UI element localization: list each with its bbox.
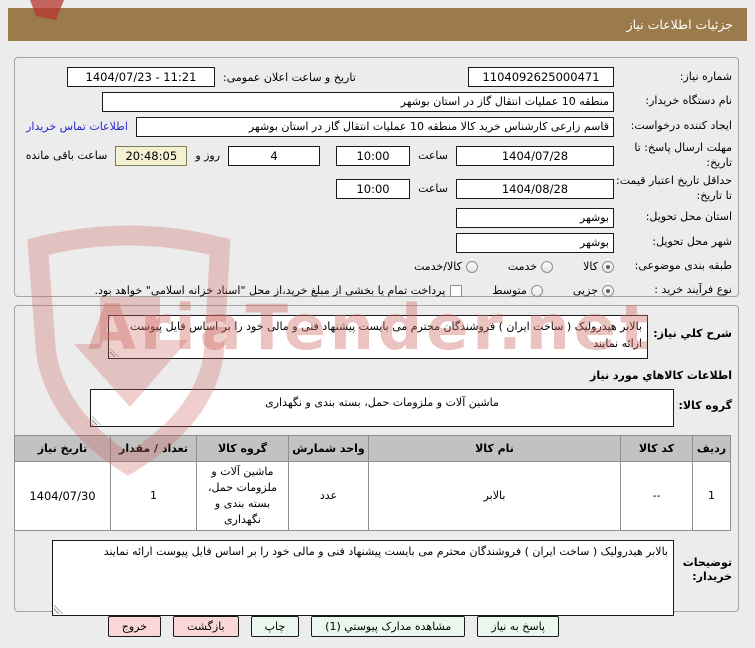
col-header-item-group: گروه کالا [196, 435, 289, 462]
print-button[interactable]: چاپ [250, 616, 300, 637]
col-header-item-code: کد کالا [620, 435, 693, 462]
col-header-quantity: تعداد / مقدار [110, 435, 197, 462]
page-title: جزئیات اطلاعات نیاز [8, 8, 747, 41]
subject-class-label: طبقه بندی موضوعی: [634, 259, 732, 273]
item-group-row: گروه کالا: ماشین آلات و ملزومات حمل، بست… [21, 389, 732, 427]
item-group-textarea[interactable]: ماشین آلات و ملزومات حمل، بسته بندی و نگ… [90, 389, 674, 427]
buyer-contact-link[interactable]: اطلاعات تماس خریدار [26, 120, 128, 133]
col-header-item-name: نام کالا [368, 435, 621, 462]
cell-quantity: 1 [110, 461, 197, 531]
subject-class-row: طبقه بندی موضوعی: کالا خدمت کالا/خدمت [21, 255, 732, 278]
reply-deadline-row: مهلت ارسال پاسخ: تا تاریخ: 1404/07/28 سا… [21, 139, 732, 172]
announce-datetime-input[interactable]: 1404/07/23 - 11:21 [67, 67, 215, 87]
reply-to-need-button[interactable]: پاسخ به نیاز [477, 616, 559, 637]
remaining-countdown-value: 20:48:05 [115, 145, 188, 166]
delivery-city-input[interactable]: بوشهر [456, 232, 614, 253]
request-creator-label: ایجاد کننده درخواست: [630, 119, 732, 133]
request-creator-input[interactable]: قاسم زارعی کارشناس خرید کالا منطقه 10 عم… [136, 116, 614, 137]
col-header-need-date: تاریخ نیاز [14, 435, 111, 462]
radio-option-kala-khedmat[interactable]: کالا/خدمت [414, 260, 478, 273]
radio-selected-icon[interactable] [602, 260, 614, 273]
buyer-notes-label: توضیحات خریدار: [682, 555, 732, 584]
price-validity-date-input[interactable]: 1404/08/28 [456, 178, 614, 199]
cell-item-code: -- [620, 461, 693, 531]
treasury-payment-label: پرداخت تمام یا بخشی از مبلغ خرید،از محل … [94, 284, 446, 297]
radio-icon[interactable] [530, 284, 543, 297]
process-type-row: نوع فرآیند خرید : جزیی متوسط پرداخت تمام… [21, 278, 732, 303]
radio-icon[interactable] [541, 260, 554, 273]
cell-unit: عدد [288, 461, 369, 531]
price-validity-row: حداقل تاریخ اعتبار قیمت: تا تاریخ: 1404/… [21, 172, 732, 205]
delivery-province-row: استان محل تحویل: بوشهر [21, 205, 732, 230]
item-group-label: گروه کالا: [678, 399, 732, 412]
radio-icon[interactable] [465, 260, 478, 273]
buyer-org-input[interactable]: منطقه 10 عملیات انتقال گاز در استان بوشه… [102, 91, 614, 112]
radio-option-label: کالا [583, 260, 598, 273]
items-table-header-row: ردیف کد کالا نام کالا واحد شمارش گروه کا… [14, 435, 731, 462]
items-table: ردیف کد کالا نام کالا واحد شمارش گروه کا… [14, 435, 731, 531]
need-number-row: شماره نیاز: 1104092625000471 تاریخ و ساع… [21, 65, 732, 89]
buyer-notes-row: توضیحات خریدار: بالابر هیدرولیک ( ساخت ا… [21, 539, 732, 616]
checkbox-icon[interactable] [450, 284, 463, 297]
announce-datetime-label: تاریخ و ساعت اعلان عمومی: [223, 70, 356, 84]
buyer-org-label: نام دستگاه خریدار: [645, 94, 732, 108]
need-description-textarea[interactable]: بالابر هیدرولیک ( ساخت ایران ) فروشندگان… [108, 315, 648, 359]
radio-selected-icon[interactable] [602, 284, 614, 297]
need-description-label: شرح کلي نیاز: [653, 327, 732, 340]
reply-deadline-hour-label: ساعت [418, 149, 448, 162]
back-button[interactable]: بازگشت [173, 616, 239, 637]
treasury-payment-checkbox[interactable]: پرداخت تمام یا بخشی از مبلغ خرید،از محل … [95, 284, 463, 297]
radio-option-khedmat[interactable]: خدمت [507, 260, 554, 273]
radio-option-motevaset[interactable]: متوسط [492, 284, 543, 297]
need-description-row: شرح کلي نیاز: بالابر هیدرولیک ( ساخت ایر… [21, 315, 732, 359]
delivery-city-row: شهر محل تحویل: بوشهر [21, 230, 732, 255]
need-details-page: { "colors": { "titlebar": "#9b7a4b", "bu… [0, 0, 755, 648]
price-validity-time-input[interactable]: 10:00 [336, 178, 411, 199]
cell-item-group: ماشین آلات و ملزومات حمل، بسته بندی و نگ… [196, 461, 289, 531]
radio-option-label: کالا/خدمت [414, 260, 462, 273]
radio-option-label: خدمت [507, 260, 538, 273]
delivery-province-input[interactable]: بوشهر [456, 207, 614, 228]
reply-deadline-date-input[interactable]: 1404/07/28 [456, 145, 614, 166]
buyer-notes-textarea[interactable]: بالابر هیدرولیک ( ساخت ایران ) فروشندگان… [52, 539, 674, 616]
remaining-hours-label: ساعت باقی مانده [25, 149, 108, 162]
cell-row-number: 1 [692, 461, 731, 531]
remaining-days-input[interactable]: 4 [228, 145, 321, 166]
need-info-groupbox: شماره نیاز: 1104092625000471 تاریخ و ساع… [14, 57, 739, 297]
radio-option-label: متوسط [492, 284, 527, 297]
price-validity-hour-label: ساعت [418, 182, 448, 195]
items-section-header: اطلاعات کالاهاي مورد نیاز [590, 369, 732, 382]
reply-deadline-label: مهلت ارسال پاسخ: تا تاریخ: [634, 141, 732, 169]
request-creator-row: ایجاد کننده درخواست: قاسم زارعی کارشناس … [21, 114, 732, 139]
remaining-days-label: روز و [195, 149, 221, 162]
delivery-province-label: استان محل تحویل: [645, 210, 732, 224]
view-attachments-button[interactable]: مشاهده مدارک پیوستي (1) [311, 616, 466, 637]
price-validity-label: حداقل تاریخ اعتبار قیمت: تا تاریخ: [616, 174, 732, 202]
buyer-org-row: نام دستگاه خریدار: منطقه 10 عملیات انتقا… [21, 89, 732, 114]
need-number-input[interactable]: 1104092625000471 [468, 67, 614, 87]
bottom-button-bar: پاسخ به نیاز مشاهده مدارک پیوستي (1) چاپ… [0, 616, 755, 637]
items-groupbox: شرح کلي نیاز: بالابر هیدرولیک ( ساخت ایر… [14, 305, 739, 616]
table-row[interactable]: 1 -- بالابر عدد ماشین آلات و ملزومات حمل… [14, 461, 731, 531]
cell-need-date: 1404/07/30 [14, 461, 111, 531]
col-header-row-number: ردیف [692, 435, 731, 462]
radio-option-label: جزیی [572, 284, 598, 297]
process-type-label: نوع فرآیند خرید : [654, 283, 732, 297]
exit-button[interactable]: خروج [107, 616, 162, 637]
radio-option-jozii[interactable]: جزیی [573, 284, 614, 297]
col-header-unit: واحد شمارش [288, 435, 369, 462]
delivery-city-label: شهر محل تحویل: [652, 235, 732, 249]
reply-deadline-time-input[interactable]: 10:00 [336, 145, 411, 166]
need-number-label: شماره نیاز: [679, 69, 732, 83]
radio-option-kala[interactable]: کالا [583, 260, 614, 273]
cell-item-name: بالابر [368, 461, 621, 531]
